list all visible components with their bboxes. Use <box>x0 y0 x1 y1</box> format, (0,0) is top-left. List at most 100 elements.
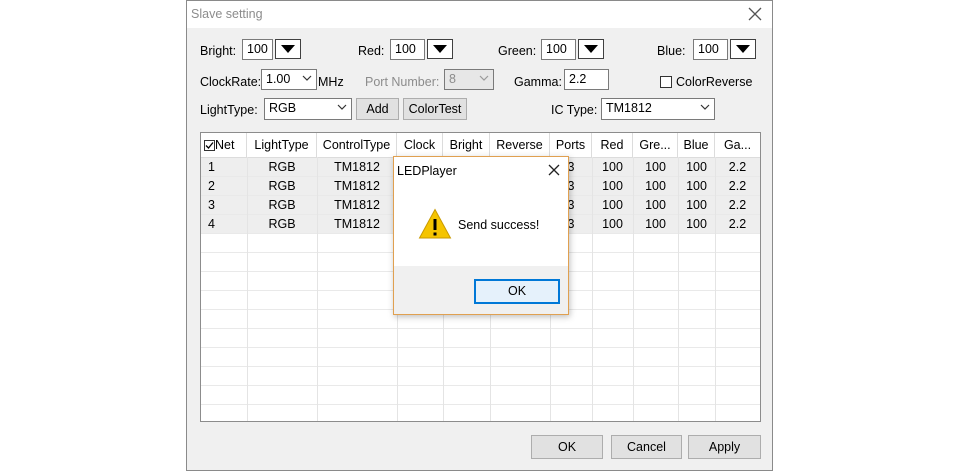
grid-line <box>678 157 679 421</box>
lighttype-value: RGB <box>269 101 297 115</box>
add-button[interactable]: Add <box>356 98 399 120</box>
bright-dropdown-button[interactable] <box>275 39 301 59</box>
table-cell: 100 <box>602 217 623 231</box>
dialog-ok-button[interactable]: OK <box>474 279 560 304</box>
grid-line <box>592 157 593 421</box>
colorreverse-label: ColorReverse <box>676 75 753 89</box>
checkbox-icon[interactable] <box>204 140 215 151</box>
table-cell: TM1812 <box>334 198 380 212</box>
column-header-clock[interactable]: Clock <box>397 133 443 157</box>
message-dialog-body: LEDPlayer Send success! <box>394 157 568 266</box>
table-cell: TM1812 <box>334 179 380 193</box>
window-title: Slave setting <box>191 7 263 21</box>
grid-line <box>633 157 634 421</box>
cancel-button[interactable]: Cancel <box>611 435 682 459</box>
table-cell: 4 <box>208 217 215 231</box>
column-header-ports[interactable]: Ports <box>550 133 592 157</box>
message-dialog: LEDPlayer Send success! OK <box>393 156 569 315</box>
colorreverse-checkbox[interactable] <box>660 76 672 88</box>
table-cell: 2.2 <box>728 160 747 174</box>
table-cell: 100 <box>645 198 666 212</box>
table-header: Net LightType ControlType Clock Bright R… <box>201 133 760 158</box>
green-dropdown-button[interactable] <box>578 39 604 59</box>
clockrate-select[interactable]: 1.00 <box>261 69 317 90</box>
table-cell: RGB <box>268 198 296 212</box>
table-cell: 100 <box>686 217 707 231</box>
clockrate-label: ClockRate: <box>200 75 262 89</box>
table-empty-row[interactable] <box>201 405 760 421</box>
colortest-button[interactable]: ColorTest <box>403 98 467 120</box>
ictype-label: IC Type: <box>551 103 598 117</box>
port-number-label: Port Number: <box>365 75 440 89</box>
column-header-red[interactable]: Red <box>592 133 633 157</box>
column-header-gamma[interactable]: Ga... <box>715 133 760 157</box>
chevron-down-icon <box>337 104 347 110</box>
table-cell: 100 <box>645 217 666 231</box>
table-cell: 1 <box>208 160 215 174</box>
blue-label: Blue: <box>657 44 686 58</box>
title-bar: Slave setting <box>187 1 772 28</box>
table-cell: 2 <box>208 179 215 193</box>
table-cell: TM1812 <box>334 217 380 231</box>
table-cell: 100 <box>686 179 707 193</box>
column-header-lighttype[interactable]: LightType <box>247 133 317 157</box>
clockrate-unit: MHz <box>318 75 344 89</box>
column-header-green[interactable]: Gre... <box>633 133 678 157</box>
red-input[interactable]: 100 <box>390 39 425 60</box>
table-cell: 100 <box>645 179 666 193</box>
green-label: Green: <box>498 44 537 58</box>
table-cell: 100 <box>686 160 707 174</box>
table-cell: 2.2 <box>728 198 747 212</box>
table-cell: 100 <box>602 179 623 193</box>
warning-icon <box>418 208 452 239</box>
message-text: Send success! <box>458 218 540 232</box>
table-cell: RGB <box>268 179 296 193</box>
close-icon[interactable] <box>746 5 764 23</box>
grid-line <box>317 157 318 421</box>
table-cell: RGB <box>268 217 296 231</box>
chevron-down-icon <box>479 75 489 81</box>
close-icon[interactable] <box>547 163 561 177</box>
grid-line <box>715 157 716 421</box>
table-empty-row[interactable] <box>201 348 760 367</box>
blue-dropdown-button[interactable] <box>730 39 756 59</box>
message-dialog-title: LEDPlayer <box>397 164 457 178</box>
column-header-net[interactable]: Net <box>201 133 247 157</box>
bright-label: Bright: <box>200 44 237 58</box>
table-cell: TM1812 <box>334 160 380 174</box>
table-cell: 2.2 <box>728 217 747 231</box>
column-header-controltype[interactable]: ControlType <box>317 133 397 157</box>
column-header-bright[interactable]: Bright <box>443 133 490 157</box>
table-cell: 100 <box>686 198 707 212</box>
column-header-reverse[interactable]: Reverse <box>490 133 550 157</box>
gamma-label: Gamma: <box>514 75 562 89</box>
port-number-select[interactable]: 8 <box>444 69 494 90</box>
blue-input[interactable]: 100 <box>693 39 728 60</box>
ok-button[interactable]: OK <box>531 435 603 459</box>
column-net-label: Net <box>215 138 235 152</box>
table-cell: 2.2 <box>728 179 747 193</box>
table-cell: 100 <box>645 160 666 174</box>
gamma-input[interactable]: 2.2 <box>564 69 609 90</box>
green-input[interactable]: 100 <box>541 39 576 60</box>
bright-input[interactable]: 100 <box>242 39 273 60</box>
lighttype-label: LightType: <box>200 103 258 117</box>
ictype-value: TM1812 <box>606 101 652 115</box>
table-empty-row[interactable] <box>201 329 760 348</box>
column-header-blue[interactable]: Blue <box>678 133 715 157</box>
table-cell: 100 <box>602 198 623 212</box>
red-label: Red: <box>358 44 385 58</box>
chevron-down-icon <box>302 75 312 81</box>
table-empty-row[interactable] <box>201 367 760 386</box>
ictype-select[interactable]: TM1812 <box>601 98 715 120</box>
table-cell: 3 <box>208 198 215 212</box>
grid-line <box>247 157 248 421</box>
table-empty-row[interactable] <box>201 386 760 405</box>
lighttype-select[interactable]: RGB <box>264 98 352 120</box>
clockrate-value: 1.00 <box>266 72 291 86</box>
apply-button[interactable]: Apply <box>688 435 761 459</box>
table-cell: RGB <box>268 160 296 174</box>
red-dropdown-button[interactable] <box>427 39 453 59</box>
table-cell: 100 <box>602 160 623 174</box>
port-number-value: 8 <box>449 72 456 86</box>
